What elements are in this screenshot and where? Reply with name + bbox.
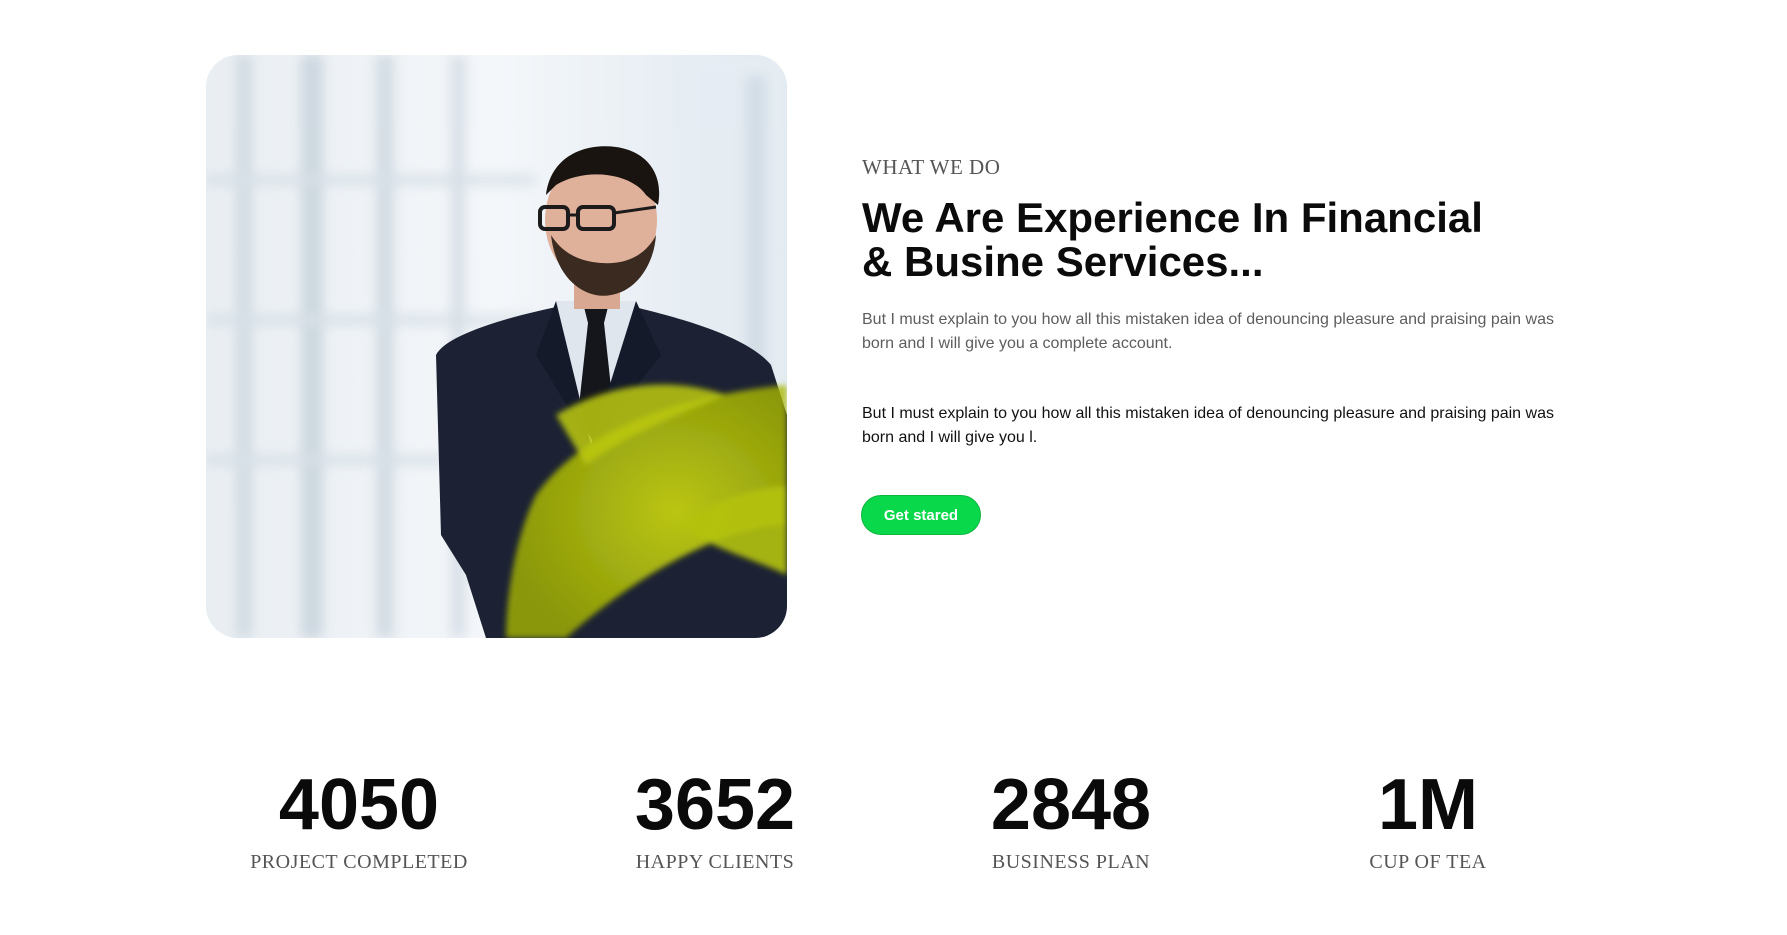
section-headline: We Are Experience In Financial & Busine … bbox=[862, 196, 1542, 284]
businessman-photo-illustration bbox=[206, 55, 787, 638]
stats-row: 4050 PROJECT COMPLETED 3652 HAPPY CLIENT… bbox=[0, 765, 1787, 885]
stat-project-completed: 4050 PROJECT COMPLETED bbox=[209, 765, 509, 875]
businessman-photo bbox=[206, 55, 787, 638]
stat-value: 1M bbox=[1377, 765, 1479, 845]
stat-value: 2848 bbox=[990, 765, 1152, 845]
stat-value: 4050 bbox=[278, 765, 440, 845]
section-description: But I must explain to you how all this m… bbox=[862, 311, 1554, 352]
about-section: WHAT WE DO We Are Experience In Financia… bbox=[0, 0, 1787, 935]
section-eyebrow: WHAT WE DO bbox=[862, 155, 1001, 179]
stat-value: 3652 bbox=[634, 765, 796, 845]
stat-label: BUSINESS PLAN bbox=[991, 851, 1151, 873]
headline-line-1: We Are Experience In Financial bbox=[862, 194, 1483, 241]
stat-happy-clients: 3652 HAPPY CLIENTS bbox=[565, 765, 865, 875]
stat-label: PROJECT COMPLETED bbox=[250, 851, 468, 873]
stat-label: CUP OF TEA bbox=[1369, 851, 1487, 873]
section-emphasis-text: But I must explain to you how all this m… bbox=[862, 405, 1554, 446]
stat-label: HAPPY CLIENTS bbox=[635, 851, 795, 873]
headline-line-2: & Busine Services... bbox=[862, 238, 1264, 285]
stat-business-plan: 2848 BUSINESS PLAN bbox=[921, 765, 1221, 875]
stat-cup-of-tea: 1M CUP OF TEA bbox=[1278, 765, 1578, 875]
get-started-button[interactable]: Get stared bbox=[861, 495, 981, 535]
